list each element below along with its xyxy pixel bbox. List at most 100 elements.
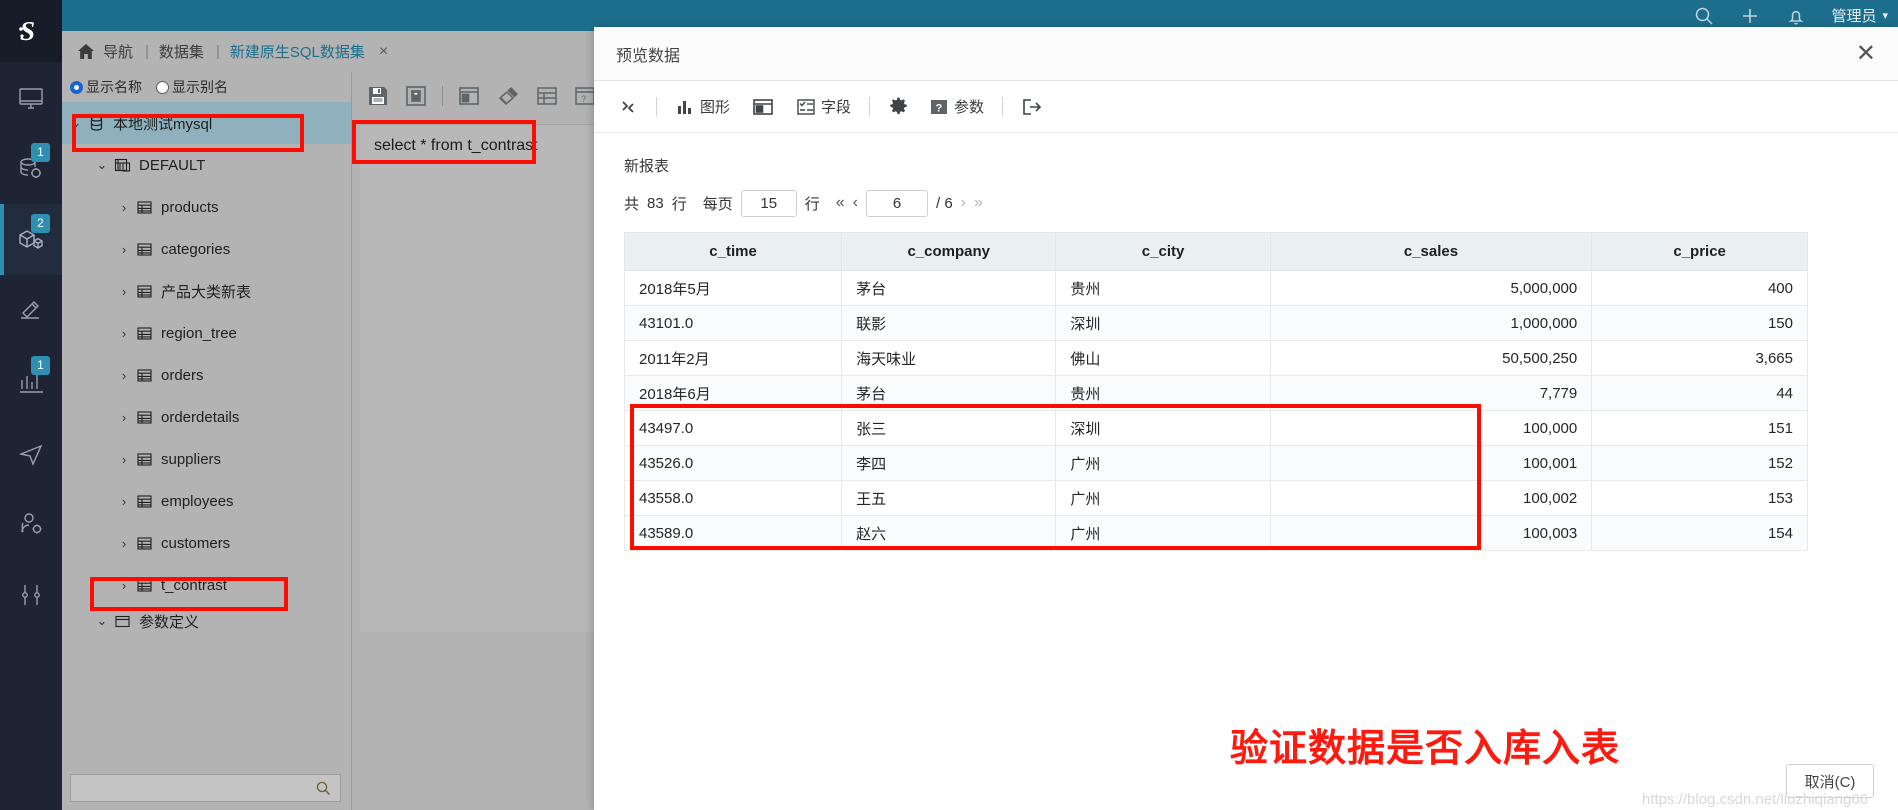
table-row[interactable]: 43526.0 李四 广州 100,001 152 <box>623 445 1808 481</box>
search-input[interactable] <box>79 780 315 796</box>
table-row[interactable]: 43589.0 赵六 广州 100,003 154 <box>623 515 1808 551</box>
search-icon[interactable] <box>1693 5 1715 27</box>
breadcrumb-dataset[interactable]: 数据集 <box>159 41 204 62</box>
tree-node-employees[interactable]: › employees <box>62 480 351 522</box>
chevron-right-icon[interactable]: › <box>116 578 132 593</box>
table-icon <box>137 410 152 424</box>
app-logo[interactable]: S <box>0 0 62 62</box>
tree-node-categories[interactable]: › categories <box>62 228 351 270</box>
table-row[interactable]: 43558.0 王五 广州 100,002 153 <box>623 480 1808 516</box>
current-page-input[interactable]: 6 <box>865 189 928 217</box>
column-header-c-sales[interactable]: c_sales <box>1269 232 1593 271</box>
column-header-c-company[interactable]: c_company <box>841 232 1057 271</box>
save-icon[interactable] <box>366 84 390 108</box>
tree-node-connection[interactable]: ⌄ 本地测试mysql <box>62 102 351 144</box>
radio-show-name[interactable]: 显示名称 <box>70 77 142 97</box>
tree-node-t-contrast[interactable]: › t_contrast <box>62 564 351 606</box>
chevron-right-icon[interactable]: › <box>116 284 132 299</box>
chevron-right-icon[interactable]: › <box>116 242 132 257</box>
home-icon[interactable] <box>76 42 96 62</box>
per-page-input[interactable]: 15 <box>740 189 797 217</box>
bell-icon[interactable] <box>1785 5 1807 27</box>
tools-icon <box>22 584 40 605</box>
rail-item-dataset[interactable]: 2 <box>0 204 62 275</box>
close-icon[interactable]: × <box>379 43 388 61</box>
total-suffix-label: 行 <box>671 195 687 213</box>
column-header-c-city[interactable]: c_city <box>1055 232 1271 271</box>
tree-node-parameters[interactable]: ⌄ 参数定义 <box>62 606 351 636</box>
last-page-button[interactable]: » <box>974 194 983 212</box>
export-button[interactable] <box>1021 97 1042 117</box>
table-row[interactable]: 43497.0 张三 深圳 100,000 151 <box>623 410 1808 446</box>
plus-icon[interactable] <box>1739 5 1761 27</box>
radio-show-alias[interactable]: 显示别名 <box>156 77 228 97</box>
tree-node-label: customers <box>161 534 231 552</box>
column-header-c-time[interactable]: c_time <box>623 232 843 271</box>
total-pages-label: / 6 <box>935 194 953 212</box>
chevron-down-icon[interactable]: ⌄ <box>94 157 110 173</box>
column-header-c-price[interactable]: c_price <box>1591 232 1808 271</box>
table-row[interactable]: 2011年2月 海天味业 佛山 50,500,250 3,665 <box>623 340 1808 376</box>
cell-c-price: 3,665 <box>1591 340 1808 376</box>
rail-item-datasource[interactable]: 1 <box>0 133 62 204</box>
chevron-down-icon[interactable]: ⌄ <box>94 613 110 629</box>
field-button[interactable]: 字段 <box>796 96 851 117</box>
chevron-right-icon[interactable]: › <box>116 200 132 215</box>
chevron-right-icon[interactable]: › <box>116 368 132 383</box>
first-page-button[interactable]: « <box>836 194 845 212</box>
cell-c-sales: 50,500,250 <box>1269 340 1593 376</box>
tree-node-product-category-new[interactable]: › 产品大类新表 <box>62 270 351 312</box>
total-rows-value: 83 <box>647 194 664 212</box>
cell-c-city: 广州 <box>1055 515 1271 551</box>
rail-item-tools[interactable] <box>0 559 62 630</box>
field-button-label: 字段 <box>821 99 852 116</box>
cell-c-time: 43558.0 <box>623 480 843 516</box>
tree-node-products[interactable]: › products <box>62 186 351 228</box>
table-icon <box>137 284 152 298</box>
rail-item-user-admin[interactable] <box>0 488 62 559</box>
tree-search-bar[interactable] <box>70 774 341 802</box>
user-menu[interactable]: 管理员 ▾ <box>1831 5 1888 26</box>
settings-button[interactable] <box>888 96 909 117</box>
tab-new-sql-dataset[interactable]: 新建原生SQL数据集 <box>230 41 365 62</box>
chevron-right-icon[interactable]: › <box>116 536 132 551</box>
save-as-icon[interactable] <box>404 84 428 108</box>
tree-node-orderdetails[interactable]: › orderdetails <box>62 396 351 438</box>
chevron-down-icon[interactable]: ⌄ <box>68 115 84 131</box>
prev-page-button[interactable]: ‹ <box>853 194 858 212</box>
grid-icon[interactable] <box>535 84 559 108</box>
rail-item-build[interactable] <box>0 275 62 346</box>
breadcrumb-home[interactable]: 导航 <box>103 41 133 62</box>
layout-button[interactable] <box>752 97 774 117</box>
cell-c-company: 王五 <box>841 480 1057 516</box>
search-icon[interactable] <box>315 780 332 797</box>
tree-node-schema[interactable]: ⌄ DEFAULT <box>62 144 351 186</box>
chevron-right-icon[interactable]: › <box>116 326 132 341</box>
parameter-button[interactable]: ? 参数 <box>929 96 984 117</box>
chevron-right-icon[interactable]: › <box>116 452 132 467</box>
layout-icon[interactable] <box>457 84 481 108</box>
chevron-right-icon[interactable]: › <box>116 410 132 425</box>
table-row[interactable]: 43101.0 联影 深圳 1,000,000 150 <box>623 305 1808 341</box>
table-row[interactable]: 2018年6月 茅台 贵州 7,779 44 <box>623 375 1808 411</box>
rail-item-analysis[interactable]: 1 <box>0 346 62 417</box>
rail-item-publish[interactable] <box>0 417 62 488</box>
tree-node-customers[interactable]: › customers <box>62 522 351 564</box>
table-icon <box>137 326 152 340</box>
chart-button[interactable]: 图形 <box>675 96 730 117</box>
refresh-button[interactable] <box>618 97 638 117</box>
cell-c-city: 贵州 <box>1055 375 1271 411</box>
rail-item-monitor[interactable] <box>0 62 62 133</box>
clean-icon[interactable] <box>495 84 521 108</box>
tree-node-label: categories <box>161 240 231 258</box>
cell-c-price: 151 <box>1591 410 1808 446</box>
tree-node-orders[interactable]: › orders <box>62 354 351 396</box>
tree-node-suppliers[interactable]: › suppliers <box>62 438 351 480</box>
tree-node-region-tree[interactable]: › region_tree <box>62 312 351 354</box>
chevron-right-icon[interactable]: › <box>116 494 132 509</box>
rail-badge-dataset: 2 <box>31 214 50 233</box>
next-page-button[interactable]: › <box>961 194 966 212</box>
table-row[interactable]: 2018年5月 茅台 贵州 5,000,000 400 <box>623 270 1808 306</box>
close-icon[interactable]: ✕ <box>1856 41 1876 66</box>
radio-show-name-label: 显示名称 <box>86 79 142 95</box>
